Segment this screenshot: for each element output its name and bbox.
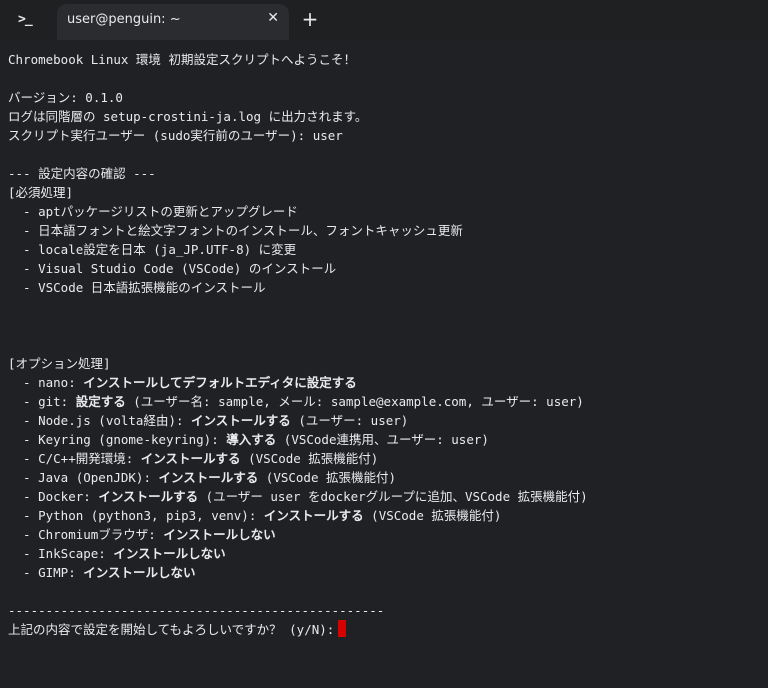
optional-item-action: インストールしない xyxy=(163,527,276,542)
optional-item-action: インストールしない xyxy=(83,565,196,580)
optional-item-prefix: - GIMP: xyxy=(8,565,84,580)
required-header: [必須処理] xyxy=(8,185,74,200)
optional-item: - Java (OpenJDK): インストールする (VSCode 拡張機能付… xyxy=(8,468,396,487)
optional-item-action: インストールする xyxy=(158,470,259,485)
optional-item-suffix: (VSCode 拡張機能付) xyxy=(258,470,397,485)
terminal-screen[interactable]: Chromebook Linux 環境 初期設定スクリプトへようこそ！ バージョ… xyxy=(0,40,768,688)
confirm-header: --- 設定内容の確認 --- xyxy=(8,166,156,181)
optional-item-suffix: (ユーザー名: sample, メール: sample@example.com,… xyxy=(125,394,584,409)
tab-terminal[interactable]: user@penguin: ~ ✕ xyxy=(57,4,289,40)
optional-item-prefix: - nano: xyxy=(8,375,84,390)
optional-item: - Keyring (gnome-keyring): 導入する (VSCode連… xyxy=(8,430,489,449)
optional-item-prefix: - Java (OpenJDK): xyxy=(8,470,159,485)
optional-item-suffix: (VSCode 拡張機能付) xyxy=(240,451,379,466)
optional-item: - Docker: インストールする (ユーザー user をdockerグルー… xyxy=(8,487,588,506)
version-line: バージョン: 0.1.0 xyxy=(8,90,123,105)
separator-line: ----------------------------------------… xyxy=(8,603,385,618)
optional-item-prefix: - Keyring (gnome-keyring): xyxy=(8,432,227,447)
title-bar: >_ user@penguin: ~ ✕ + xyxy=(0,0,768,40)
optional-item-prefix: - Chromiumブラウザ: xyxy=(8,527,164,542)
welcome-line: Chromebook Linux 環境 初期設定スクリプトへようこそ！ xyxy=(8,52,356,67)
prompt-line[interactable]: 上記の内容で設定を開始してもよろしいですか？ (y/N): xyxy=(8,620,347,639)
optional-item-prefix: - Docker: xyxy=(8,489,99,504)
optional-item-prefix: - InkScape: xyxy=(8,546,114,561)
user-line: スクリプト実行ユーザー (sudo実行前のユーザー): user xyxy=(8,128,343,143)
optional-item-action: インストールしない xyxy=(113,546,226,561)
optional-item: - GIMP: インストールしない xyxy=(8,563,196,582)
optional-item-prefix: - git: xyxy=(8,394,76,409)
optional-item-action: 設定する xyxy=(75,394,126,409)
required-item: - locale設定を日本 (ja_JP.UTF-8) に変更 xyxy=(8,242,297,257)
optional-item-prefix: - C/C++開発環境: xyxy=(8,451,141,466)
required-item: - Visual Studio Code (VSCode) のインストール xyxy=(8,261,337,276)
optional-item-prefix: - Python (python3, pip3, venv): xyxy=(8,508,264,523)
optional-item-action: インストールする xyxy=(191,413,291,428)
required-item: - 日本語フォントと絵文字フォントのインストール、フォントキャッシュ更新 xyxy=(8,223,463,238)
tab-title: user@penguin: ~ xyxy=(67,12,181,27)
optional-item: - InkScape: インストールしない xyxy=(8,544,226,563)
optional-item: - nano: インストールしてデフォルトエディタに設定する xyxy=(8,373,357,392)
optional-item-suffix: (ユーザー user をdockerグループに追加、VSCode 拡張機能付) xyxy=(198,489,588,504)
prompt-text: 上記の内容で設定を開始してもよろしいですか？ (y/N): xyxy=(8,622,335,637)
required-item: - VSCode 日本語拡張機能のインストール xyxy=(8,280,266,295)
terminal-app-icon: >_ xyxy=(18,12,33,27)
optional-item: - C/C++開発環境: インストールする (VSCode 拡張機能付) xyxy=(8,449,378,468)
optional-item-action: インストールする xyxy=(98,489,199,504)
optional-item: - Python (python3, pip3, venv): インストールする… xyxy=(8,506,501,525)
optional-item-suffix: (VSCode 拡張機能付) xyxy=(363,508,502,523)
optional-item: - Chromiumブラウザ: インストールしない xyxy=(8,525,276,544)
optional-item: - git: 設定する (ユーザー名: sample, メール: sample@… xyxy=(8,392,584,411)
required-item: - aptパッケージリストの更新とアップグレード xyxy=(8,204,298,219)
text-cursor xyxy=(338,620,347,637)
optional-item-action: インストールする xyxy=(263,508,364,523)
log-line: ログは同階層の setup-crostini-ja.log に出力されます。 xyxy=(8,109,368,124)
optional-item-suffix: (ユーザー: user) xyxy=(290,413,409,428)
optional-item-action: インストールする xyxy=(140,451,241,466)
optional-item: - Node.js (volta経由): インストールする (ユーザー: use… xyxy=(8,411,408,430)
optional-header: [オプション処理] xyxy=(8,356,111,371)
close-icon[interactable]: ✕ xyxy=(267,10,279,26)
optional-item-suffix: (VSCode連携用、ユーザー: user) xyxy=(276,432,489,447)
optional-item-prefix: - Node.js (volta経由): xyxy=(8,413,192,428)
new-tab-plus-icon[interactable]: + xyxy=(300,6,320,32)
optional-item-action: インストールしてデフォルトエディタに設定する xyxy=(83,375,357,390)
optional-item-action: 導入する xyxy=(226,432,277,447)
